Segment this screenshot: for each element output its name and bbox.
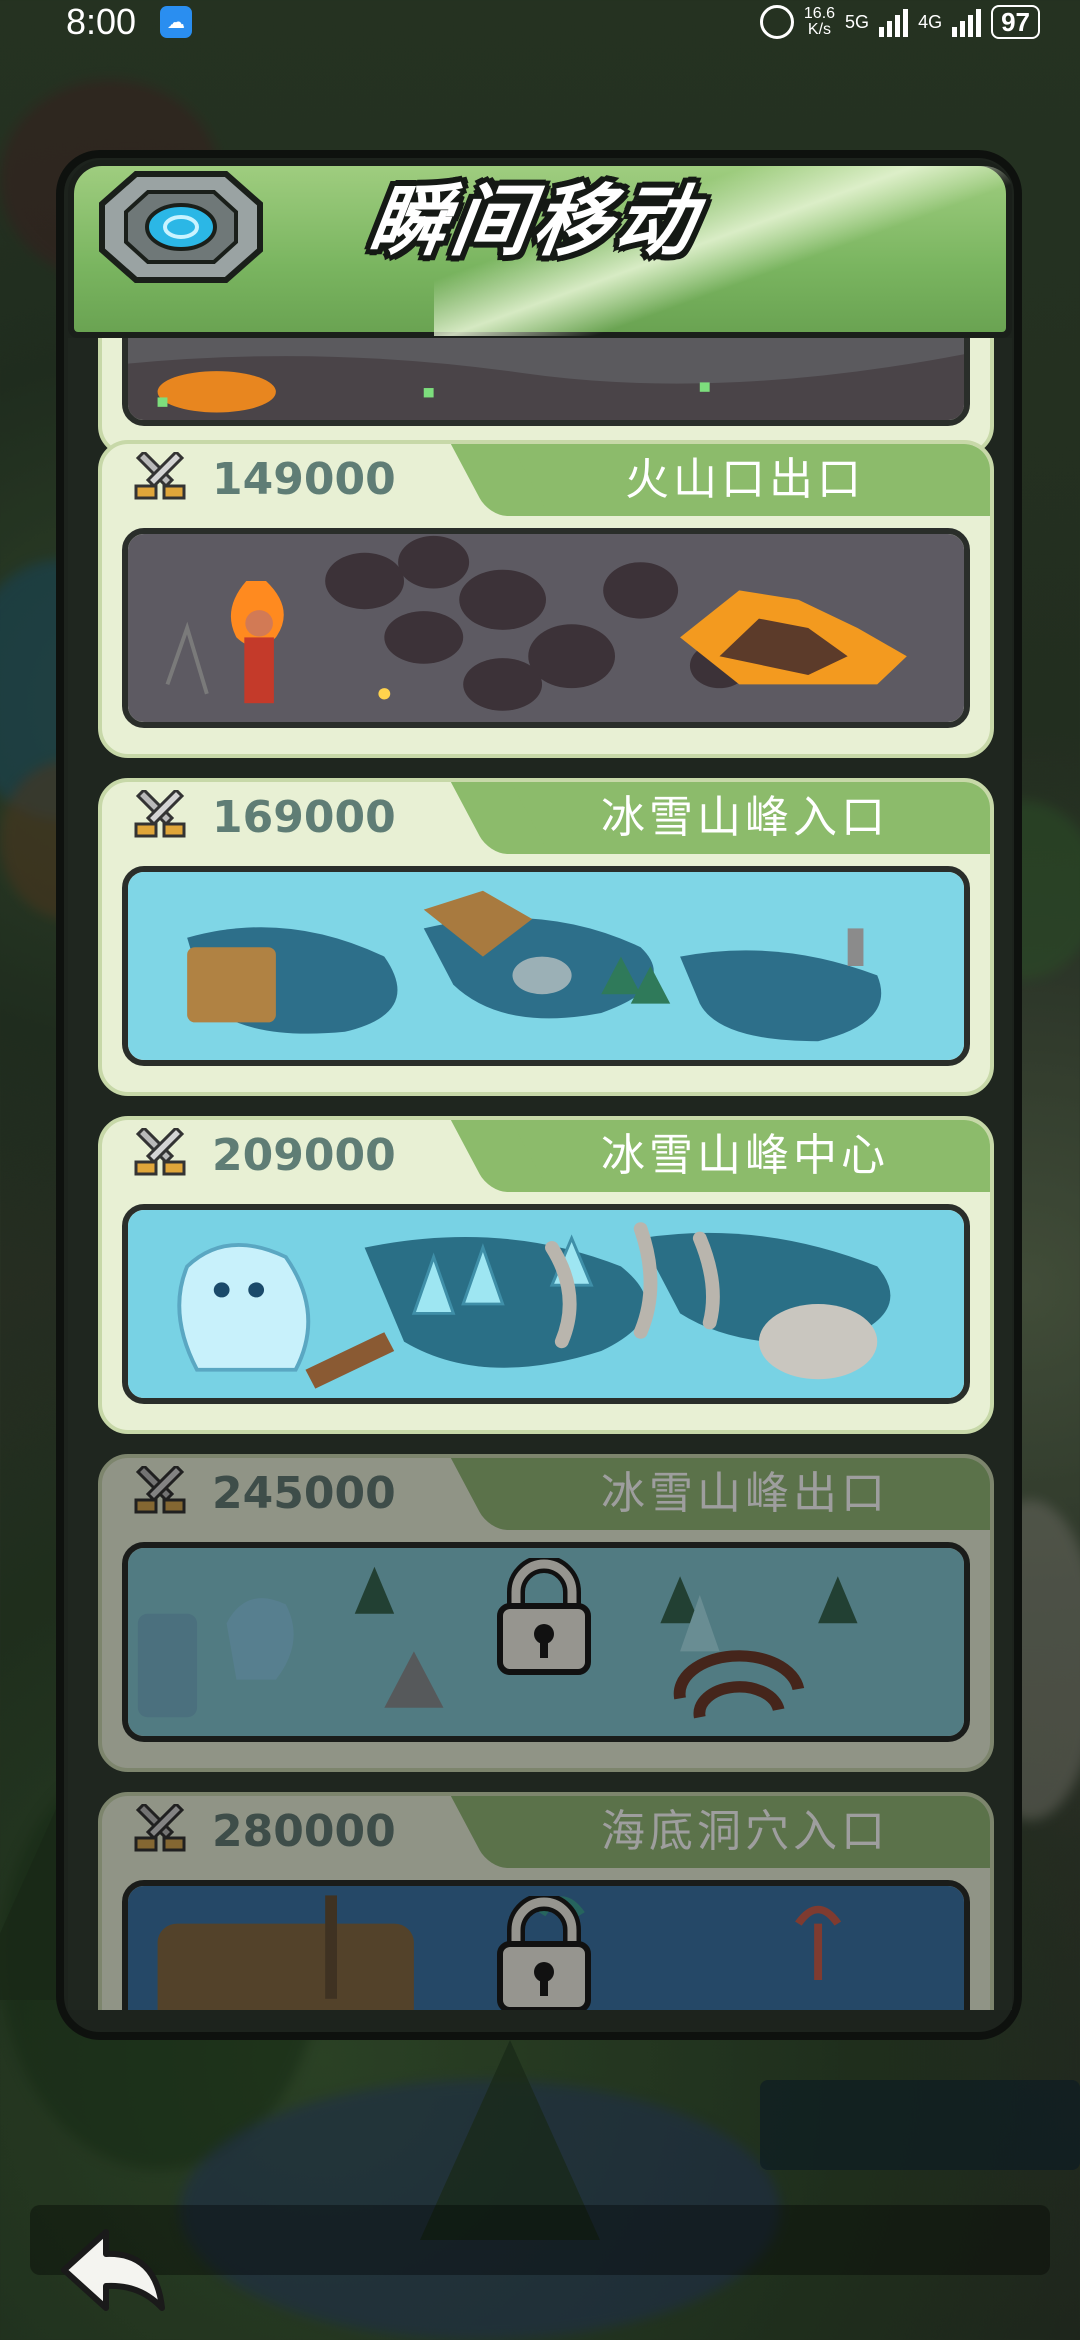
destination-list[interactable]: 149000 火山口出口 169000 冰雪山峰入口 209000 冰雪山峰中心… — [68, 338, 1012, 2010]
app-notification-icon: ☁ — [160, 6, 192, 38]
destination-name: 冰雪山峰入口 — [601, 792, 889, 843]
network-5g-label: 5G — [845, 11, 870, 32]
lock-icon — [497, 1896, 591, 2010]
crossed-swords-icon — [134, 452, 186, 500]
cost-value: 245000 — [212, 1468, 396, 1519]
destination-name: 海底洞穴入口 — [601, 1806, 889, 1857]
speed-unit: K/s — [807, 21, 832, 38]
quest-panel-background — [760, 2080, 1080, 2170]
battery-indicator: 97 — [991, 5, 1040, 39]
destination-name: 冰雪山峰出口 — [601, 1468, 889, 1519]
destination-card-ice-center[interactable]: 209000 冰雪山峰中心 — [98, 1116, 994, 1434]
destination-card-ice-exit[interactable]: 245000 冰雪山峰出口 — [98, 1454, 994, 1772]
crossed-swords-icon — [134, 1466, 186, 1514]
lock-icon — [497, 1558, 591, 1675]
teleport-portal-icon — [99, 171, 263, 283]
map-preview — [122, 866, 970, 1066]
speed-value: 16.6 — [803, 5, 836, 22]
cost-value: 169000 — [212, 792, 396, 843]
crossed-swords-icon — [134, 790, 186, 838]
destination-card[interactable] — [98, 338, 994, 456]
crossed-swords-icon — [134, 1804, 186, 1852]
status-bar: 8:00 ☁ 16.6 K/s 5G 4G 97 — [0, 0, 1080, 44]
destination-card-volcano-exit[interactable]: 149000 火山口出口 — [98, 440, 994, 758]
destination-card-underwater-entrance[interactable]: 280000 海底洞穴入口 — [98, 1792, 994, 2010]
cost-value: 149000 — [212, 454, 396, 505]
map-preview — [122, 1204, 970, 1404]
cost-value: 209000 — [212, 1130, 396, 1181]
cost-value: 280000 — [212, 1806, 396, 1857]
chat-bar-background — [30, 2205, 1050, 2275]
status-time: 8:00 — [66, 1, 137, 42]
destination-name: 冰雪山峰中心 — [601, 1130, 889, 1181]
alarm-icon — [759, 5, 794, 39]
map-preview — [122, 338, 970, 426]
signal-5g-icon — [879, 7, 909, 37]
back-arrow-icon[interactable] — [54, 2222, 174, 2322]
network-speed: 16.6 K/s — [804, 6, 835, 38]
crossed-swords-icon — [134, 1128, 186, 1176]
destination-name: 火山口出口 — [625, 454, 865, 505]
signal-4g-icon — [952, 7, 982, 37]
dialog-title: 瞬间移动 — [363, 177, 705, 267]
destination-card-ice-entrance[interactable]: 169000 冰雪山峰入口 — [98, 778, 994, 1096]
network-4g-label: 4G — [918, 11, 943, 32]
map-preview — [122, 528, 970, 728]
